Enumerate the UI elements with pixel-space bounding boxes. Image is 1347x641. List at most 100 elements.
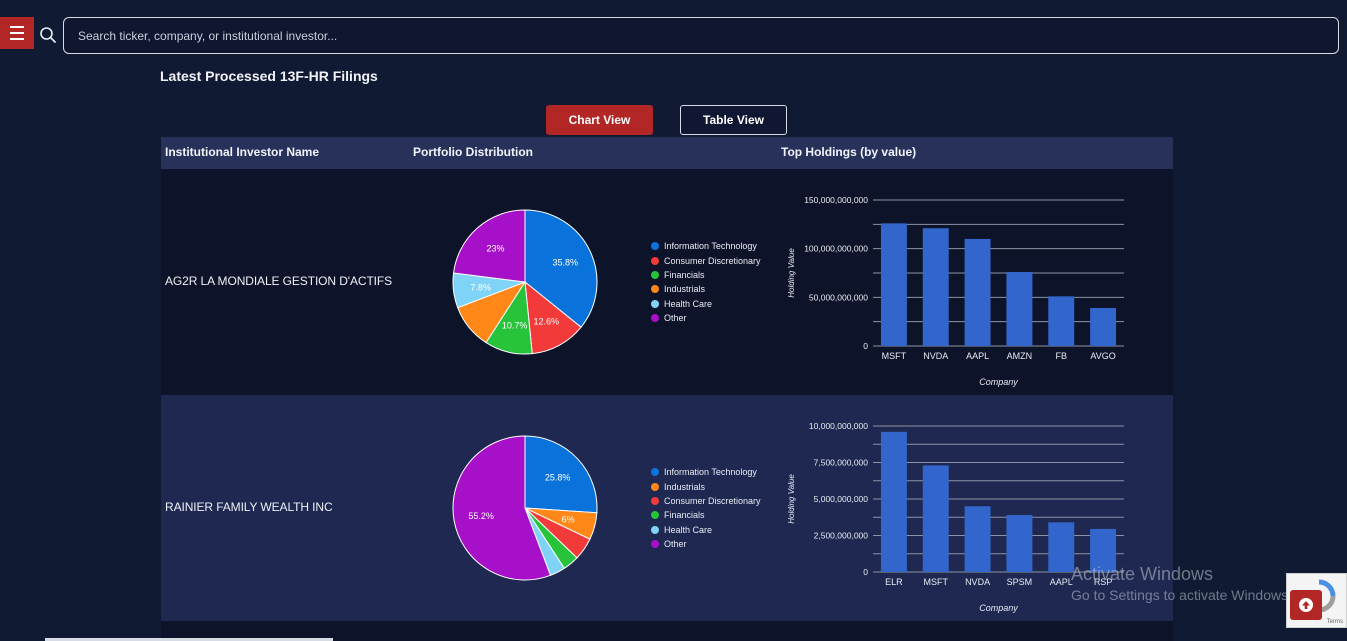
search-icon[interactable] <box>39 26 57 44</box>
header-investor-name: Institutional Investor Name <box>165 145 320 159</box>
pie-legend: Information Technology Industrials Consume… <box>651 465 761 551</box>
legend-label: Financials <box>664 269 705 280</box>
legend-label: Other <box>664 313 687 324</box>
legend-label: Information Technology <box>664 467 757 478</box>
x-tick-label: ELR <box>885 577 903 587</box>
legend-label: Health Care <box>664 298 713 309</box>
bar-elr[interactable] <box>880 431 907 572</box>
legend-item-information-technology[interactable]: Information Technology <box>651 239 761 253</box>
legend-item-health-care[interactable]: Health Care <box>651 523 761 537</box>
legend-label: Health Care <box>664 524 713 535</box>
legend-item-industrials[interactable]: Industrials <box>651 282 761 296</box>
bar-nvda[interactable] <box>964 506 991 572</box>
legend-label: Industrials <box>664 284 706 295</box>
x-tick-label: AAPL <box>966 351 989 361</box>
recaptcha-terms[interactable]: Terms <box>1327 619 1343 625</box>
legend-dot <box>651 468 659 477</box>
legend-label: Other <box>664 539 687 550</box>
pie-legend: Information Technology Consumer Discretio… <box>651 239 761 325</box>
y-tick-label: 5,000,000,000 <box>814 494 869 504</box>
pie-slice-label: 25.8% <box>545 473 571 483</box>
chart-view-button[interactable]: Chart View <box>546 105 653 135</box>
legend-label: Consumer Discretionary <box>664 255 761 266</box>
x-tick-label: NVDA <box>965 577 990 587</box>
table-row: RAINIER FAMILY WEALTH INC 25.8% 6% 55.2% I… <box>161 395 1173 621</box>
legend-dot <box>651 299 659 308</box>
legend-dot <box>651 540 659 549</box>
legend-item-consumer-discretionary[interactable]: Consumer Discretionary <box>651 494 761 508</box>
pie-slice-label: 12.6% <box>533 316 559 326</box>
portfolio-pie-chart: 35.8% 12.6% 10.7% 7.8% 23% <box>452 209 598 355</box>
bar-spsm[interactable] <box>1006 515 1033 572</box>
header-top-holdings: Top Holdings (by value) <box>781 145 917 159</box>
filings-table: Institutional Investor Name Portfolio Di… <box>161 137 1173 621</box>
y-tick-label: 0 <box>863 341 868 351</box>
legend-label: Financials <box>664 510 705 521</box>
x-axis-title: Company <box>979 603 1018 613</box>
y-tick-label: 2,500,000,000 <box>814 531 869 541</box>
y-tick-label: 10,000,000,000 <box>809 421 868 431</box>
pie-slice-label: 6% <box>562 514 575 524</box>
x-tick-label: AMZN <box>1007 351 1033 361</box>
top-holdings-bar-chart: 0 50,000,000,000 100,000,000,000 150,000,00… <box>787 195 1124 387</box>
legend-dot <box>651 270 659 279</box>
hamburger-icon <box>10 24 24 42</box>
table-row: AG2R LA MONDIALE GESTION D'ACTIFS 35.8% 1… <box>161 169 1173 395</box>
legend-item-other[interactable]: Other <box>651 311 761 325</box>
bar-amzn[interactable] <box>1006 272 1033 346</box>
legend-dot <box>651 242 659 251</box>
watermark-line1: Activate Windows <box>1071 564 1214 584</box>
legend-dot <box>651 511 659 520</box>
legend-dot <box>651 496 659 505</box>
search-input[interactable] <box>63 17 1339 54</box>
bar-msft[interactable] <box>880 223 907 346</box>
legend-item-consumer-discretionary[interactable]: Consumer Discretionary <box>651 253 761 267</box>
x-tick-label: FB <box>1055 351 1067 361</box>
pie-slice-label: 55.2% <box>468 511 494 521</box>
arrow-up-icon <box>1299 598 1313 612</box>
legend-item-information-technology[interactable]: Information Technology <box>651 465 761 479</box>
bar-fb[interactable] <box>1048 296 1075 346</box>
x-tick-label: AVGO <box>1090 351 1115 361</box>
investor-name[interactable]: RAINIER FAMILY WEALTH INC <box>165 500 333 514</box>
y-axis-title: Holding Value <box>787 474 796 524</box>
y-axis-title: Holding Value <box>787 248 796 298</box>
bar-avgo[interactable] <box>1090 308 1117 346</box>
investor-name[interactable]: AG2R LA MONDIALE GESTION D'ACTIFS <box>165 274 392 288</box>
legend-dot <box>651 285 659 294</box>
y-tick-label: 0 <box>863 567 868 577</box>
x-tick-label: AAPL <box>1050 577 1073 587</box>
x-tick-label: SPSM <box>1007 577 1033 587</box>
legend-item-industrials[interactable]: Industrials <box>651 479 761 493</box>
x-tick-label: MSFT <box>924 577 949 587</box>
y-tick-label: 7,500,000,000 <box>814 458 869 468</box>
table-view-button[interactable]: Table View <box>680 105 787 135</box>
y-tick-label: 50,000,000,000 <box>809 292 868 302</box>
legend-item-other[interactable]: Other <box>651 537 761 551</box>
y-tick-label: 150,000,000,000 <box>804 195 868 205</box>
legend-dot <box>651 256 659 265</box>
menu-button[interactable] <box>0 17 34 49</box>
bar-aapl[interactable] <box>964 238 991 346</box>
pie-slice-label: 10.7% <box>502 320 528 330</box>
legend-label: Industrials <box>664 481 706 492</box>
legend-dot <box>651 314 659 323</box>
x-tick-label: MSFT <box>882 351 907 361</box>
scroll-to-top-button[interactable] <box>1290 590 1322 620</box>
legend-label: Consumer Discretionary <box>664 495 761 506</box>
y-tick-label: 100,000,000,000 <box>804 244 868 254</box>
watermark-line2: Go to Settings to activate Windows. <box>1071 587 1292 603</box>
legend-item-financials[interactable]: Financials <box>651 508 761 522</box>
portfolio-pie-chart: 25.8% 6% 55.2% <box>452 435 598 581</box>
windows-activation-watermark: Activate Windows Go to Settings to activ… <box>1071 564 1292 603</box>
pie-slice-label: 35.8% <box>553 258 579 268</box>
legend-item-health-care[interactable]: Health Care <box>651 297 761 311</box>
bar-msft[interactable] <box>922 465 949 572</box>
page-title: Latest Processed 13F-HR Filings <box>160 68 378 84</box>
pie-slice-label: 23% <box>486 244 504 254</box>
legend-item-financials[interactable]: Financials <box>651 268 761 282</box>
bar-nvda[interactable] <box>922 228 949 346</box>
table-header: Institutional Investor Name Portfolio Di… <box>161 137 1173 169</box>
legend-dot <box>651 482 659 491</box>
x-tick-label: NVDA <box>923 351 948 361</box>
